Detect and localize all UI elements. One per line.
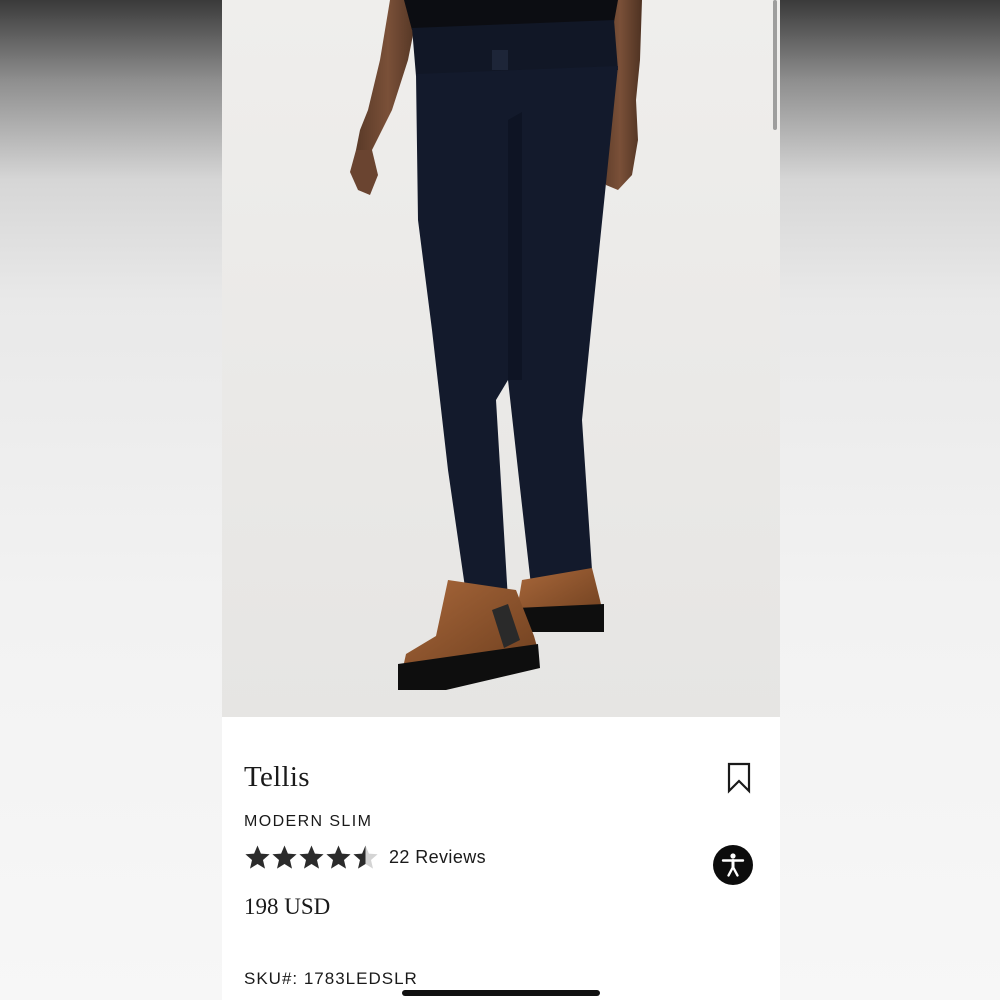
star-icon xyxy=(272,845,297,869)
star-icon xyxy=(299,845,324,869)
fit-label: MODERN SLIM xyxy=(244,813,373,830)
star-rating xyxy=(244,844,379,871)
phone-screen: Tellis MODERN SLIM 22 Reviews 198 USD SK… xyxy=(222,0,780,1000)
star-icon xyxy=(353,845,378,869)
product-price: 198 USD xyxy=(244,894,331,919)
product-image[interactable] xyxy=(222,0,780,717)
scroll-indicator[interactable] xyxy=(773,0,777,130)
star-icon xyxy=(245,845,270,869)
product-photo-illustration xyxy=(222,0,780,717)
reviews-link[interactable]: 22 Reviews xyxy=(389,847,486,868)
star-icon xyxy=(326,845,351,869)
product-sku: SKU#: 1783LEDSLR xyxy=(244,969,418,988)
product-details: Tellis MODERN SLIM 22 Reviews 198 USD SK… xyxy=(222,717,780,1000)
rating-summary[interactable]: 22 Reviews xyxy=(244,842,486,872)
product-name: Tellis xyxy=(244,761,310,793)
home-indicator[interactable] xyxy=(402,990,600,996)
bookmark-icon[interactable] xyxy=(726,762,752,794)
accessibility-icon[interactable] xyxy=(713,845,753,885)
